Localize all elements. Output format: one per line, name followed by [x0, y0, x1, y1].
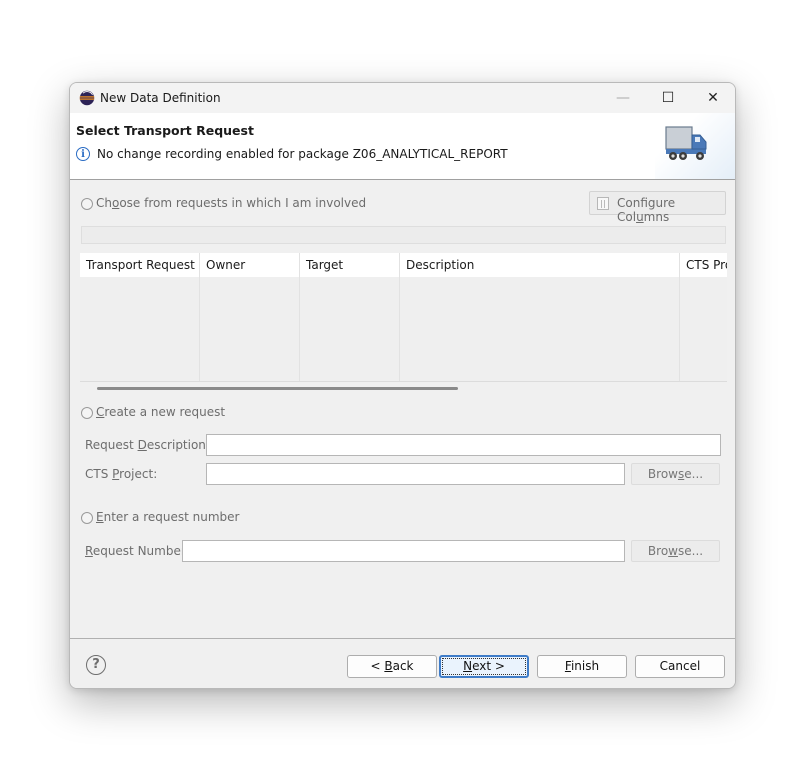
configure-columns-label: Configure Columns [617, 196, 725, 224]
column-header-transport-request[interactable]: Transport Request [80, 253, 200, 277]
mnemonic-key: w [668, 544, 678, 558]
column-header-target[interactable]: Target [300, 253, 400, 277]
configure-columns-button[interactable]: Configure Columns [589, 191, 726, 224]
maximize-icon: ☐ [661, 90, 675, 106]
label-part: Request [85, 438, 138, 452]
cancel-button[interactable]: Cancel [635, 655, 725, 678]
request-number-label: Request Number: [85, 544, 190, 558]
label-part: equest Number: [92, 544, 190, 558]
label-part: Brow [647, 467, 678, 481]
help-icon[interactable]: ? [86, 655, 106, 675]
mnemonic-key: R [85, 544, 93, 558]
back-button[interactable]: < Back [347, 655, 437, 678]
title-bar: New Data Definition — ☐ ✕ [70, 83, 735, 113]
window-title: New Data Definition [100, 91, 221, 105]
finish-button[interactable]: Finish [537, 655, 627, 678]
create-request-radio[interactable] [81, 407, 93, 419]
wizard-banner [655, 113, 735, 179]
request-description-field[interactable] [206, 434, 721, 456]
page-title: Select Transport Request [76, 123, 254, 138]
maximize-button[interactable]: ☐ [645, 83, 691, 113]
enter-request-radio[interactable] [81, 512, 93, 524]
info-icon: i [76, 147, 90, 161]
label-part: ext > [472, 659, 505, 673]
cts-project-label: CTS Project: [85, 467, 157, 481]
label-part: ack [392, 659, 414, 673]
column-divider [399, 277, 400, 381]
label-part: ose from requests in which I am involved [119, 196, 367, 210]
label-part: CTS [85, 467, 113, 481]
label-part: Bro [647, 544, 669, 558]
request-description-label: Request Description: * [85, 438, 220, 452]
mnemonic-key: B [384, 659, 393, 673]
transport-requests-table[interactable]: Transport Request Owner Target Descripti… [80, 253, 727, 382]
minimize-icon: — [616, 90, 630, 106]
filter-input[interactable] [81, 226, 726, 244]
button-bar: ? < Back Next > Finish Cancel [70, 638, 735, 688]
request-number-field[interactable] [182, 540, 625, 562]
columns-icon [597, 197, 609, 210]
choose-requests-radio[interactable] [81, 198, 93, 210]
browse-project-button[interactable]: Browse... [631, 463, 720, 485]
enter-request-label[interactable]: Enter a request number [96, 510, 239, 524]
mnemonic-key: E [96, 510, 104, 524]
label-part: Ch [96, 196, 112, 210]
close-button[interactable]: ✕ [690, 83, 735, 113]
mnemonic-key: D [137, 438, 147, 452]
truck-icon [665, 126, 707, 160]
column-header-description[interactable]: Description [400, 253, 680, 277]
label-part: se... [678, 544, 704, 558]
column-divider [679, 277, 680, 381]
eclipse-app-icon [79, 90, 95, 106]
column-header-owner[interactable]: Owner [200, 253, 300, 277]
new-data-definition-dialog: New Data Definition — ☐ ✕ Select Transpo… [69, 82, 736, 689]
wizard-header: Select Transport Request i No change rec… [70, 113, 735, 180]
horizontal-scrollbar[interactable] [97, 387, 458, 390]
mnemonic-key: u [636, 210, 644, 224]
label-part: roject: [119, 467, 158, 481]
header-message: No change recording enabled for package … [97, 147, 508, 161]
table-header: Transport Request Owner Target Descripti… [80, 253, 727, 277]
label-part: inish [570, 659, 600, 673]
choose-requests-label[interactable]: Choose from requests in which I am invol… [96, 196, 366, 210]
close-icon: ✕ [707, 90, 719, 106]
create-request-label[interactable]: Create a new request [96, 405, 225, 419]
next-button[interactable]: Next > [439, 655, 529, 678]
column-divider [299, 277, 300, 381]
label-part: < [370, 659, 385, 673]
cts-project-field[interactable] [206, 463, 625, 485]
label-part: reate a new request [104, 405, 226, 419]
label-part: e... [684, 467, 704, 481]
column-divider [199, 277, 200, 381]
column-header-cts-project[interactable]: CTS Pro [680, 253, 727, 277]
minimize-button[interactable]: — [600, 83, 646, 113]
browse-request-button[interactable]: Browse... [631, 540, 720, 562]
mnemonic-key: N [463, 659, 473, 673]
label-part: nter a request number [103, 510, 240, 524]
label-part: mns [643, 210, 670, 224]
